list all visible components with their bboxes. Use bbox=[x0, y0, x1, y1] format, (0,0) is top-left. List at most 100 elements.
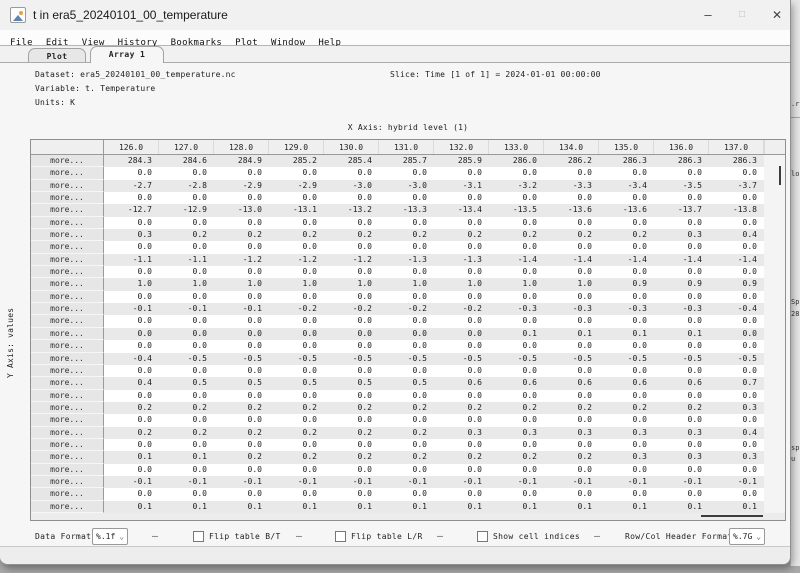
table-cell[interactable]: 0.0 bbox=[654, 340, 709, 352]
table-cell[interactable]: 0.0 bbox=[434, 241, 489, 253]
table-cell[interactable]: 0.2 bbox=[159, 229, 214, 241]
table-cell[interactable]: 0.0 bbox=[654, 266, 709, 278]
table-cell[interactable]: 0.0 bbox=[324, 414, 379, 426]
table-cell[interactable]: 0.0 bbox=[269, 365, 324, 377]
table-cell[interactable]: 0.0 bbox=[104, 291, 159, 303]
table-cell[interactable]: 0.0 bbox=[159, 192, 214, 204]
table-cell[interactable]: 0.1 bbox=[709, 501, 764, 513]
row-header-more[interactable]: more... bbox=[31, 488, 104, 500]
table-cell[interactable]: 0.2 bbox=[434, 402, 489, 414]
column-header-133-0[interactable]: 133.0 bbox=[489, 140, 544, 154]
table-cell[interactable]: 0.3 bbox=[544, 427, 599, 439]
table-cell[interactable]: 0.2 bbox=[214, 427, 269, 439]
row-header-more[interactable]: more... bbox=[31, 192, 104, 204]
table-cell[interactable]: -12.9 bbox=[159, 204, 214, 216]
table-cell[interactable]: 0.0 bbox=[379, 291, 434, 303]
table-cell[interactable]: 0.0 bbox=[324, 167, 379, 179]
table-cell[interactable]: 0.0 bbox=[269, 390, 324, 402]
table-cell[interactable]: -0.5 bbox=[324, 353, 379, 365]
row-header-more[interactable]: more... bbox=[31, 278, 104, 290]
table-cell[interactable]: 0.0 bbox=[654, 167, 709, 179]
table-cell[interactable]: 0.0 bbox=[379, 488, 434, 500]
table-cell[interactable]: 1.0 bbox=[159, 278, 214, 290]
table-cell[interactable]: 0.0 bbox=[104, 439, 159, 451]
table-cell[interactable]: 0.0 bbox=[159, 315, 214, 327]
table-cell[interactable]: -2.9 bbox=[269, 180, 324, 192]
table-cell[interactable]: 0.2 bbox=[269, 427, 324, 439]
table-cell[interactable]: 0.0 bbox=[599, 315, 654, 327]
table-cell[interactable]: 285.2 bbox=[269, 155, 324, 167]
table-cell[interactable]: 0.0 bbox=[434, 167, 489, 179]
table-cell[interactable]: -1.3 bbox=[434, 254, 489, 266]
table-cell[interactable]: 0.0 bbox=[379, 340, 434, 352]
table-cell[interactable]: -0.1 bbox=[214, 303, 269, 315]
column-header-136-0[interactable]: 136.0 bbox=[654, 140, 709, 154]
table-cell[interactable]: 0.0 bbox=[599, 365, 654, 377]
table-cell[interactable]: 0.0 bbox=[214, 464, 269, 476]
table-cell[interactable]: -0.5 bbox=[654, 353, 709, 365]
table-cell[interactable]: 0.0 bbox=[159, 390, 214, 402]
table-cell[interactable]: 0.0 bbox=[159, 167, 214, 179]
table-cell[interactable]: -0.1 bbox=[489, 476, 544, 488]
table-cell[interactable]: 0.0 bbox=[379, 439, 434, 451]
table-cell[interactable]: 0.2 bbox=[104, 402, 159, 414]
table-cell[interactable]: 0.0 bbox=[709, 464, 764, 476]
table-cell[interactable]: -0.1 bbox=[434, 476, 489, 488]
table-cell[interactable]: 0.0 bbox=[379, 315, 434, 327]
column-header-134-0[interactable]: 134.0 bbox=[544, 140, 599, 154]
table-cell[interactable]: 0.0 bbox=[324, 217, 379, 229]
table-cell[interactable]: -13.6 bbox=[599, 204, 654, 216]
table-cell[interactable]: 0.0 bbox=[269, 414, 324, 426]
table-cell[interactable]: 0.0 bbox=[599, 167, 654, 179]
table-cell[interactable]: 0.0 bbox=[489, 217, 544, 229]
table-cell[interactable]: 0.0 bbox=[599, 291, 654, 303]
table-cell[interactable]: 0.1 bbox=[544, 328, 599, 340]
table-cell[interactable]: 286.0 bbox=[489, 155, 544, 167]
table-cell[interactable]: 0.5 bbox=[379, 377, 434, 389]
table-cell[interactable]: -3.4 bbox=[599, 180, 654, 192]
table-cell[interactable]: 0.0 bbox=[489, 439, 544, 451]
table-cell[interactable]: 0.5 bbox=[324, 377, 379, 389]
table-cell[interactable]: 286.2 bbox=[544, 155, 599, 167]
table-cell[interactable]: -2.7 bbox=[104, 180, 159, 192]
table-cell[interactable]: 0.1 bbox=[214, 501, 269, 513]
table-cell[interactable]: 0.0 bbox=[544, 390, 599, 402]
table-cell[interactable]: 284.6 bbox=[159, 155, 214, 167]
table-cell[interactable]: -0.1 bbox=[379, 476, 434, 488]
table-cell[interactable]: 0.4 bbox=[709, 427, 764, 439]
table-cell[interactable]: 0.0 bbox=[214, 390, 269, 402]
row-header-more[interactable]: more... bbox=[31, 315, 104, 327]
table-cell[interactable]: -3.1 bbox=[434, 180, 489, 192]
table-cell[interactable]: 0.0 bbox=[709, 365, 764, 377]
table-cell[interactable]: 0.0 bbox=[269, 328, 324, 340]
column-header-137-0[interactable]: 137.0 bbox=[709, 140, 764, 154]
row-header-more[interactable]: more... bbox=[31, 402, 104, 414]
table-cell[interactable]: 0.0 bbox=[654, 291, 709, 303]
table-cell[interactable]: 0.2 bbox=[434, 229, 489, 241]
row-header-more[interactable]: more... bbox=[31, 377, 104, 389]
table-cell[interactable]: 0.0 bbox=[159, 464, 214, 476]
table-cell[interactable]: -13.7 bbox=[654, 204, 709, 216]
table-cell[interactable]: 0.0 bbox=[379, 365, 434, 377]
table-cell[interactable]: 1.0 bbox=[434, 278, 489, 290]
table-cell[interactable]: 0.0 bbox=[544, 241, 599, 253]
table-cell[interactable]: 0.0 bbox=[489, 488, 544, 500]
table-cell[interactable]: -1.1 bbox=[159, 254, 214, 266]
table-cell[interactable]: -13.2 bbox=[324, 204, 379, 216]
table-cell[interactable]: 0.9 bbox=[709, 278, 764, 290]
table-cell[interactable]: -0.4 bbox=[709, 303, 764, 315]
table-cell[interactable]: 0.2 bbox=[489, 451, 544, 463]
table-cell[interactable]: 0.0 bbox=[709, 390, 764, 402]
column-header-127-0[interactable]: 127.0 bbox=[159, 140, 214, 154]
table-cell[interactable]: 0.0 bbox=[654, 414, 709, 426]
table-cell[interactable]: 0.0 bbox=[544, 266, 599, 278]
table-cell[interactable]: 0.0 bbox=[709, 488, 764, 500]
table-cell[interactable]: 0.0 bbox=[709, 291, 764, 303]
table-cell[interactable]: 0.0 bbox=[214, 291, 269, 303]
table-cell[interactable]: 0.3 bbox=[489, 427, 544, 439]
table-cell[interactable]: 0.2 bbox=[379, 402, 434, 414]
table-cell[interactable]: 0.1 bbox=[159, 501, 214, 513]
table-cell[interactable]: 0.2 bbox=[269, 229, 324, 241]
table-cell[interactable]: -12.7 bbox=[104, 204, 159, 216]
table-cell[interactable]: 0.0 bbox=[434, 365, 489, 377]
